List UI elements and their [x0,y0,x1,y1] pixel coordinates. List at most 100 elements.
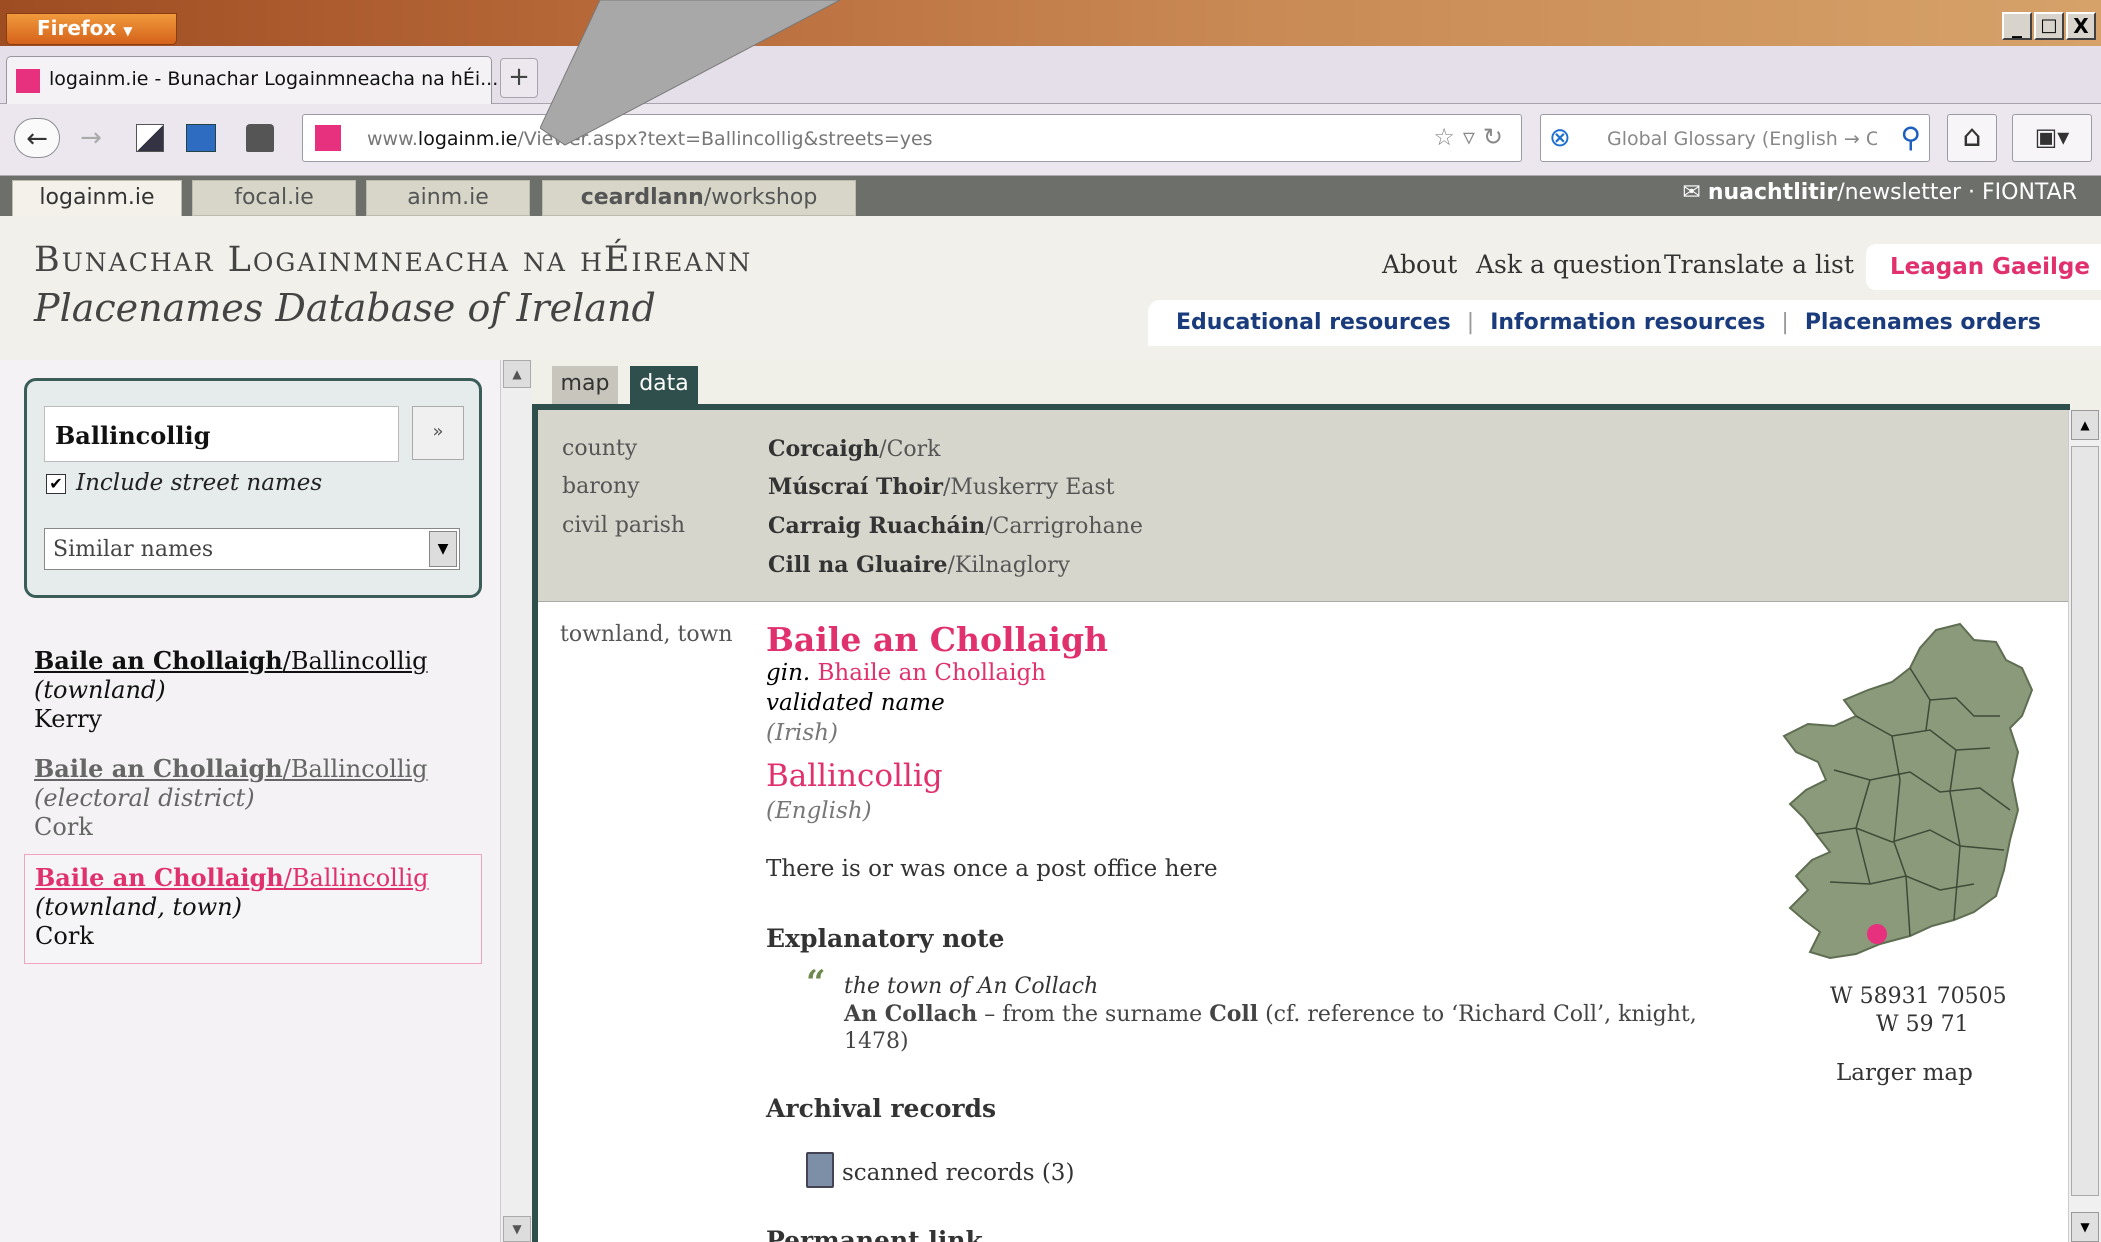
logainm-favicon-icon [16,69,40,93]
ask-question-link[interactable]: Ask a question [1476,250,1662,279]
result-item[interactable]: Baile an Chollaigh/Ballincollig (townlan… [24,638,482,742]
translate-list-link[interactable]: Translate a list [1664,250,1854,279]
tab-ainm[interactable]: ainm.ie [366,180,530,216]
similar-names-select[interactable]: Similar names ▼ [44,528,460,570]
result-irish-name[interactable]: Baile an Chollaigh [34,754,283,783]
back-arrow-icon[interactable]: ← [14,118,60,158]
site-identity-icon [315,125,341,151]
result-irish-name[interactable]: Baile an Chollaigh [35,863,284,892]
ireland-location-map[interactable] [1760,620,2050,980]
result-type: (townland, town) [35,893,242,921]
result-irish-name[interactable]: Baile an Chollaigh [34,646,283,675]
home-icon[interactable]: ⌂ [1947,114,1997,162]
genitive-name: Bhaile an Chollaigh [817,660,1046,686]
dropdown-arrow-icon: ▼ [429,531,457,567]
toolbar-addon-icon[interactable] [136,124,164,152]
result-english-name[interactable]: /Ballincollig [283,647,428,675]
search-placeholder: Global Glossary (English → Cz [1607,128,1877,150]
parish-english: /Kilnaglory [947,553,1071,578]
toolbar-window-icon[interactable] [186,124,216,152]
mail-icon: ✉ [1682,180,1708,205]
barony-irish: Múscraí Thoir [768,474,943,500]
search-go-button[interactable]: » [412,406,464,460]
scanned-records-link[interactable]: scanned records (3) [842,1160,1074,1186]
window-titlebar [0,0,2101,46]
scrollbar-thumb[interactable] [2071,446,2099,1196]
irish-version-link[interactable]: Leagan Gaeilge [1866,244,2101,290]
tab-title: logainm.ie - Bunachar Logainmneacha na h… [49,68,499,90]
workshop-bold: ceardlann [580,185,704,210]
civil-parish-value[interactable]: Cill na Gluaire/Kilnaglory [768,552,1070,578]
county-value[interactable]: Corcaigh/Cork [768,436,941,462]
url-host: logainm.ie [417,128,518,150]
result-type: (electoral district) [34,784,255,812]
bookmark-star-icon[interactable]: ☆▿↻ [1433,123,1511,151]
note-text: – from the surname [977,1002,1210,1027]
english-language-label: (English) [766,798,872,824]
site-title-english[interactable]: Placenames Database of Ireland [34,286,656,330]
tab-data[interactable]: data [630,366,698,404]
fiontar-label: · FIONTAR [1961,180,2077,205]
validated-name-label: validated name [766,690,945,716]
entry-type-label: townland, town [560,622,733,647]
english-name-heading: Ballincollig [766,758,943,794]
barony-value[interactable]: Múscraí Thoir/Muskerry East [768,474,1115,500]
resource-links: Educational resources | Information resour… [1148,300,2101,346]
note-surname: Coll [1209,1001,1259,1027]
content-scrollbar[interactable]: ▲ ▼ [2068,410,2101,1242]
include-streets-label: Include street names [76,470,323,496]
new-tab-button[interactable]: + [500,58,538,98]
minimize-button[interactable]: _ [2002,12,2032,40]
irish-language-label: (Irish) [766,720,838,746]
placename-search-input[interactable]: Ballincollig [44,406,399,462]
bookmarks-menu-icon[interactable]: ▣▾ [2012,114,2092,162]
result-english-name[interactable]: /Ballincollig [283,755,428,783]
parish-english: /Carrigrohane [985,514,1143,539]
search-icon[interactable]: ⚲ [1900,121,1921,154]
forward-arrow-icon[interactable]: → [76,118,106,158]
note-line-3: 1478) [844,1029,909,1054]
civil-parish-label: civil parish [562,513,686,538]
civil-parish-value[interactable]: Carraig Ruacháin/Carrigrohane [768,513,1143,539]
search-bar[interactable]: ⊗ Global Glossary (English → Cz ⚲ [1540,114,1930,162]
result-item-selected[interactable]: Baile an Chollaigh/Ballincollig (townlan… [24,854,482,964]
search-engine-icon[interactable]: ⊗ [1549,123,1571,153]
toolbar-print-icon[interactable] [246,124,274,152]
tab-focal[interactable]: focal.ie [192,180,356,216]
pointer-arrow-overlay [540,0,841,146]
similar-names-value: Similar names [53,537,214,562]
result-county: Cork [34,813,93,841]
site-title-irish[interactable]: Bunachar Logainmneacha na hÉireann [34,240,752,280]
tab-map[interactable]: map [552,366,618,404]
post-office-note: There is or was once a post office here [766,856,1218,882]
browser-tab-logainm[interactable]: logainm.ie - Bunachar Logainmneacha na h… [6,56,498,104]
result-english-name[interactable]: /Ballincollig [284,864,429,892]
newsletter-link[interactable]: ✉ nuachtlitir/newsletter · FIONTAR [1682,180,2077,205]
firefox-menu-button[interactable]: Firefox ▼ [6,13,177,45]
close-window-button[interactable]: X [2066,12,2096,40]
sidebar-scrollbar[interactable]: ▲ ▼ [500,360,532,1242]
scroll-down-arrow-icon[interactable]: ▼ [2071,1212,2099,1242]
grid-reference-rounded: W 59 71 [1876,1012,1969,1037]
placenames-orders-link[interactable]: Placenames orders [1805,310,2041,335]
tab-workshop[interactable]: ceardlann/workshop [542,180,856,216]
grid-reference-precise: W 58931 70505 [1830,984,2007,1009]
educational-resources-link[interactable]: Educational resources [1176,310,1451,335]
maximize-button[interactable]: □ [2034,12,2064,40]
larger-map-link[interactable]: Larger map [1836,1060,1973,1086]
permanent-link-heading: Permanent link [766,1226,983,1242]
workshop-rest: /workshop [703,185,818,210]
about-link[interactable]: About [1382,250,1457,279]
irish-name-heading: Baile an Chollaigh [766,620,1109,659]
parish-irish: Carraig Ruacháin [768,513,986,539]
scroll-up-arrow-icon[interactable]: ▲ [2071,410,2099,440]
separator: | [1781,310,1789,335]
scroll-up-arrow-icon[interactable]: ▲ [503,360,531,388]
scanned-document-icon[interactable] [806,1152,834,1188]
include-streets-checkbox[interactable]: ✔ [46,474,66,494]
result-county: Kerry [34,705,102,733]
scroll-down-arrow-icon[interactable]: ▼ [503,1216,531,1242]
tab-logainm[interactable]: logainm.ie [12,180,182,220]
information-resources-link[interactable]: Information resources [1490,310,1765,335]
result-item[interactable]: Baile an Chollaigh/Ballincollig (elector… [24,746,482,850]
